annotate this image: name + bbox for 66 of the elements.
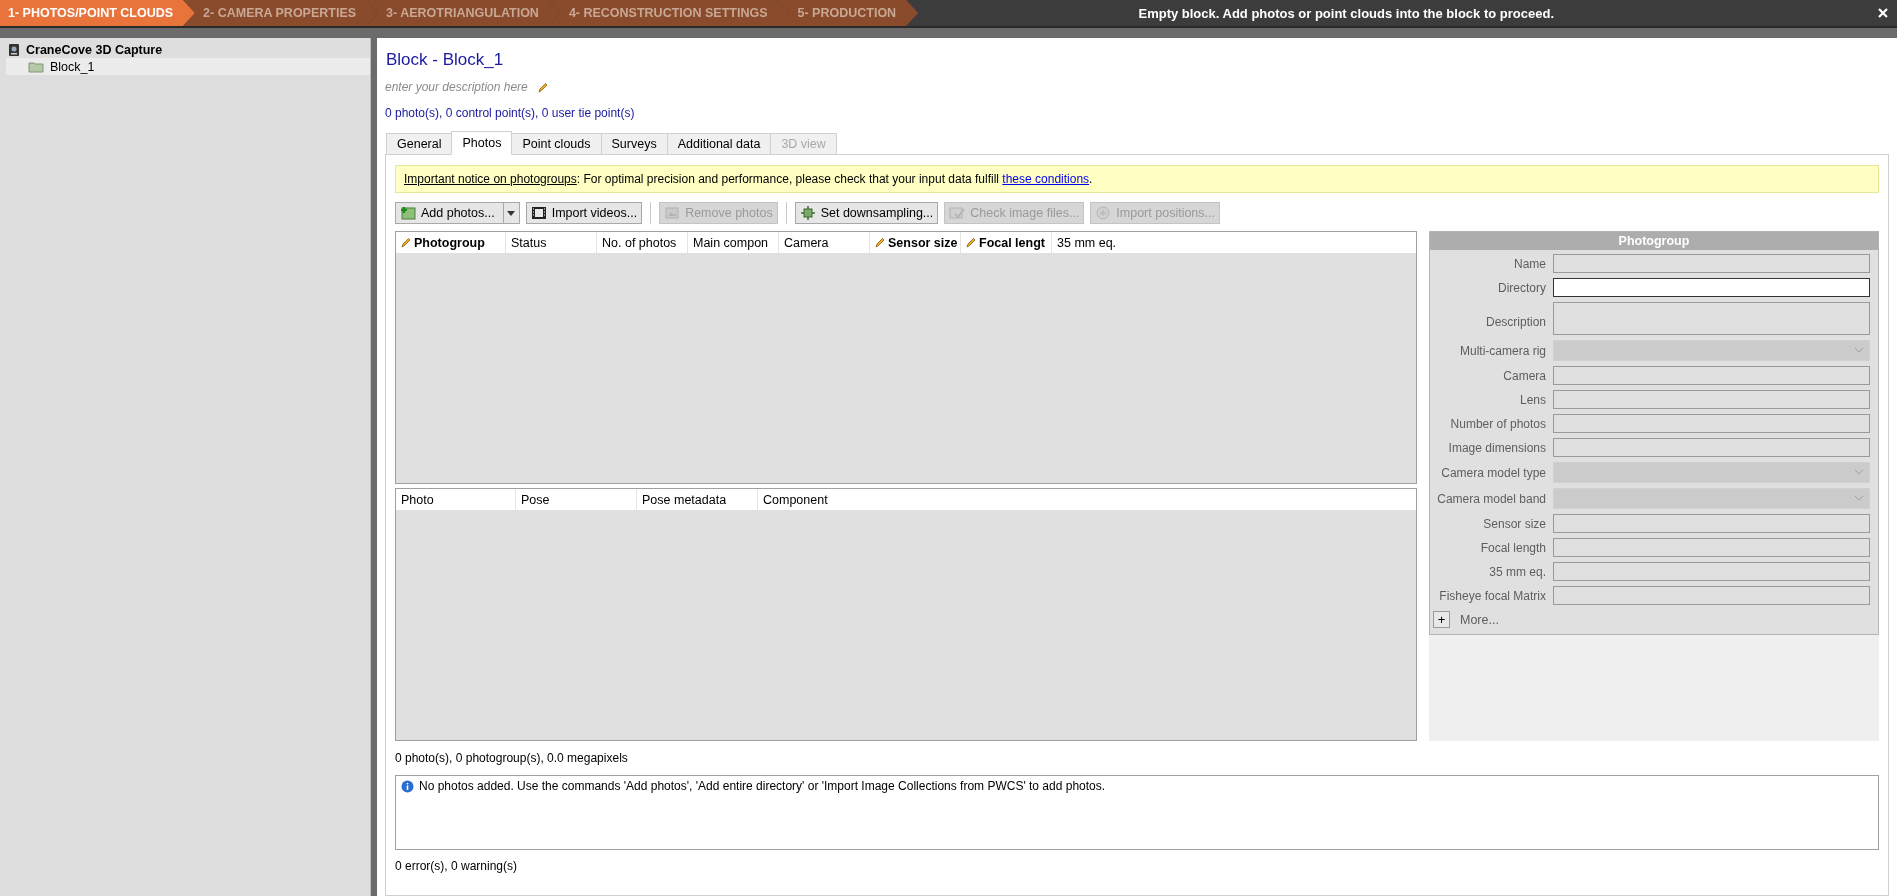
resize-icon <box>799 206 816 220</box>
column-header[interactable]: 35 mm eq. <box>1052 232 1416 253</box>
chevron-icon <box>1855 496 1863 501</box>
tree-item[interactable]: CraneCove 3D Capture <box>6 41 370 58</box>
description-placeholder[interactable]: enter your description here <box>385 80 528 94</box>
error-summary: 0 error(s), 0 warning(s) <box>395 859 519 873</box>
field-label: Fisheye focal Matrix <box>1438 588 1546 603</box>
input-field[interactable] <box>1553 278 1870 297</box>
tab[interactable]: Surveys <box>600 133 668 155</box>
block-title: Block - Block_1 <box>386 50 505 70</box>
panel-title: Photogroup <box>1430 232 1878 250</box>
field-label: Sensor size <box>1482 516 1546 531</box>
field-label: Camera <box>1502 368 1546 383</box>
film-icon <box>530 206 547 220</box>
add-photo-icon <box>400 206 416 220</box>
toolbar-button[interactable]: Set downsampling... <box>794 202 939 224</box>
field-label: Number of photos <box>1449 416 1546 431</box>
toolbar-button[interactable]: Add photos... <box>395 202 520 224</box>
column-header[interactable]: Photogroup <box>396 232 506 253</box>
pencil-icon <box>401 237 411 248</box>
field-label: Camera model band <box>1436 491 1546 506</box>
expand-button[interactable]: + <box>1433 611 1450 628</box>
tab[interactable]: Additional data <box>666 133 772 155</box>
column-header[interactable]: No. of photos <box>597 232 688 253</box>
field-label: Name <box>1513 256 1546 271</box>
field-label: Description <box>1484 315 1546 331</box>
close-icon <box>1877 7 1889 19</box>
notice-text: Important notice on photogroups: For optimal precision and performance, please check that your input data fulfill these conditions. <box>395 165 1879 193</box>
field-label: Focal length <box>1479 540 1546 555</box>
column-header[interactable]: Pose <box>516 489 637 510</box>
tree-item[interactable]: Block_1 <box>6 58 370 75</box>
message-text: No photos added. Use the commands 'Add photos', 'Add entire directory' or 'Import Image Collections from PWCS' to add photos. <box>419 779 1106 793</box>
info-icon <box>401 779 414 793</box>
notice-link[interactable]: Important notice on photogroups <box>404 172 577 186</box>
column-header[interactable]: Main compon <box>688 232 779 253</box>
column-header[interactable]: Photo <box>396 489 516 510</box>
folder-icon <box>28 60 44 73</box>
check-image-icon <box>949 206 966 220</box>
field-label: Directory <box>1497 280 1546 295</box>
status-message: Empty block. Add photos or point clouds into the block to proceed. <box>1138 5 1554 21</box>
pencil-icon <box>537 81 548 93</box>
field-label: Lens <box>1518 392 1546 407</box>
more-link[interactable]: More... <box>1460 612 1499 627</box>
chevron-icon <box>1855 348 1863 353</box>
tab[interactable]: Point clouds <box>511 133 602 155</box>
column-header[interactable]: Sensor size <box>870 232 961 253</box>
tab[interactable]: General <box>386 133 453 155</box>
toolbar-button[interactable]: Import videos... <box>525 202 643 224</box>
pencil-icon <box>966 237 976 248</box>
field-label: Multi-camera rig <box>1459 343 1546 358</box>
field-label: 35 mm eq. <box>1488 564 1546 579</box>
column-header[interactable]: Status <box>506 232 597 253</box>
column-header[interactable]: Focal lengt <box>961 232 1052 253</box>
block-counts: 0 photo(s), 0 control point(s), 0 user tie point(s) <box>385 106 636 120</box>
column-header[interactable]: Camera <box>779 232 870 253</box>
photos-summary: 0 photo(s), 0 photogroup(s), 0.0 megapixels <box>395 751 629 765</box>
import-icon <box>1095 206 1112 220</box>
project-icon <box>8 42 20 57</box>
column-header[interactable]: Pose metadata <box>637 489 758 510</box>
chevron-icon <box>1855 470 1863 475</box>
field-label: Camera model type <box>1440 465 1546 480</box>
column-header[interactable]: Component <box>758 489 1416 510</box>
pencil-icon <box>875 237 885 248</box>
photo-icon <box>664 206 681 220</box>
tab[interactable]: Photos <box>451 131 513 155</box>
field-label: Image dimensions <box>1447 440 1546 455</box>
